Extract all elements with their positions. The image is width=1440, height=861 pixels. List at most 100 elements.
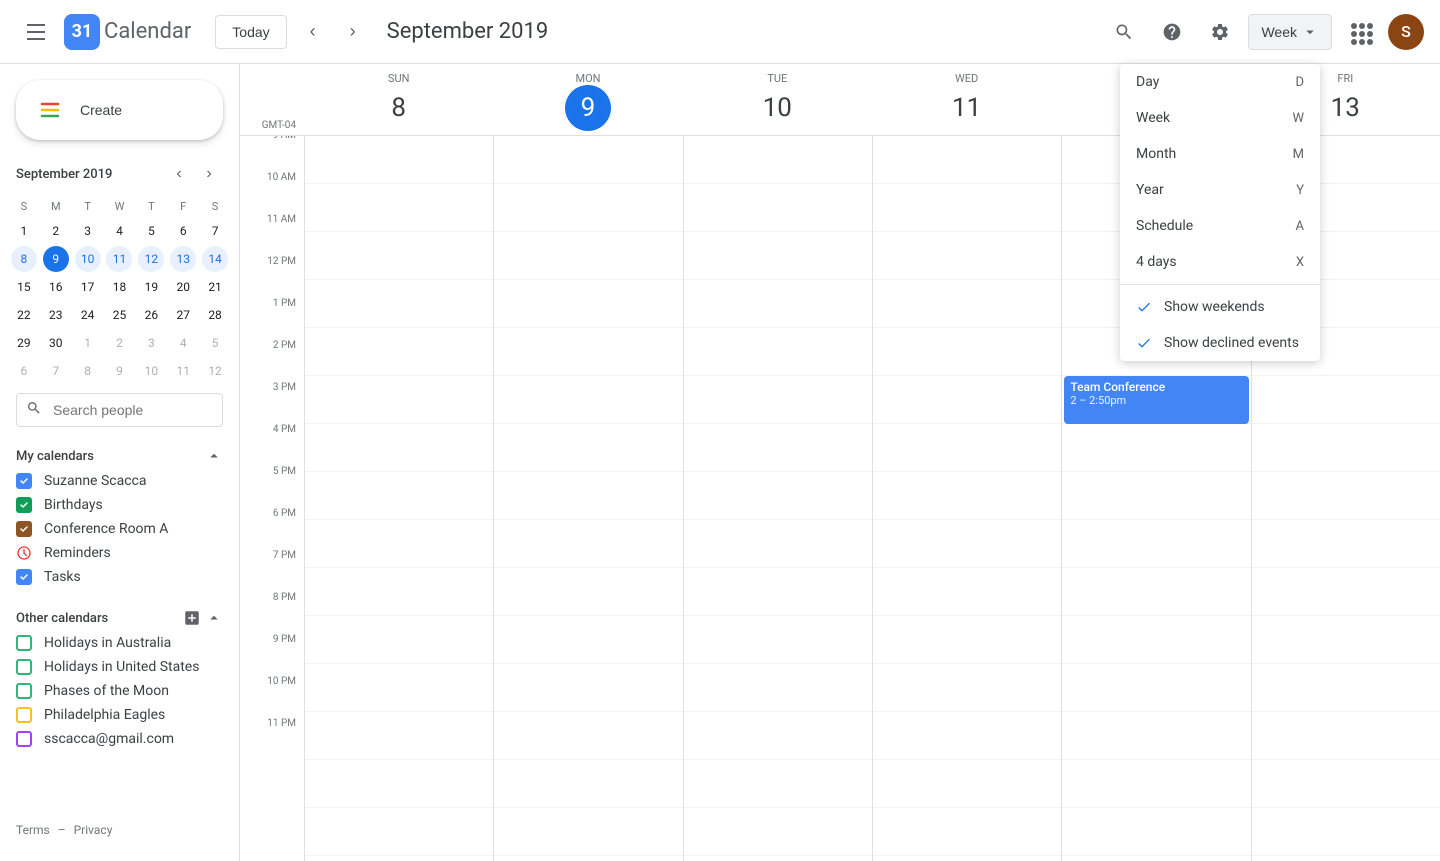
my-calendar-item[interactable]: Suzanne Scacca [0, 469, 239, 493]
mini-cal-day[interactable]: 28 [202, 302, 228, 328]
mini-cal-day[interactable]: 27 [170, 302, 196, 328]
time-slot[interactable] [1252, 808, 1440, 856]
help-button[interactable] [1152, 12, 1192, 52]
mini-cal-next[interactable]: › [195, 160, 223, 188]
time-slot[interactable] [494, 232, 682, 280]
add-calendar-icon[interactable] [183, 609, 201, 627]
mini-cal-day[interactable]: 4 [170, 330, 196, 356]
time-slot[interactable] [684, 472, 872, 520]
time-slot[interactable] [305, 184, 493, 232]
time-slot[interactable] [494, 712, 682, 760]
time-slot[interactable] [494, 136, 682, 184]
mini-cal-day[interactable]: 15 [11, 274, 37, 300]
mini-cal-day[interactable]: 2 [43, 218, 69, 244]
time-slot[interactable] [684, 136, 872, 184]
time-slot[interactable] [305, 712, 493, 760]
time-slot[interactable] [1062, 616, 1250, 664]
today-button[interactable]: Today [215, 15, 286, 49]
time-slot[interactable] [1062, 424, 1250, 472]
avatar[interactable]: S [1388, 14, 1424, 50]
time-slot[interactable] [494, 808, 682, 856]
dropdown-item[interactable]: Week W [1120, 100, 1320, 136]
time-slot[interactable] [1252, 520, 1440, 568]
mini-cal-day[interactable]: 8 [75, 358, 101, 384]
time-slot[interactable] [1062, 760, 1250, 808]
search-people-input[interactable] [16, 393, 223, 427]
time-slot[interactable] [873, 520, 1061, 568]
time-slot[interactable] [305, 376, 493, 424]
dropdown-item[interactable]: Year Y [1120, 172, 1320, 208]
day-num[interactable]: 10 [754, 85, 800, 131]
time-slot[interactable] [305, 232, 493, 280]
time-slot[interactable] [1252, 760, 1440, 808]
dropdown-item[interactable]: Day D [1120, 64, 1320, 100]
time-slot[interactable] [1062, 520, 1250, 568]
mini-cal-day[interactable]: 22 [11, 302, 37, 328]
time-slot[interactable] [684, 568, 872, 616]
time-slot[interactable] [494, 760, 682, 808]
time-slot[interactable] [1252, 568, 1440, 616]
dropdown-checkrow[interactable]: Show weekends [1120, 289, 1320, 325]
mini-cal-day[interactable]: 10 [138, 358, 164, 384]
time-slot[interactable] [1062, 664, 1250, 712]
my-calendar-item[interactable]: Reminders [0, 541, 239, 565]
settings-button[interactable] [1200, 12, 1240, 52]
time-slot[interactable] [1062, 712, 1250, 760]
mini-cal-day[interactable]: 20 [170, 274, 196, 300]
time-slot[interactable] [1252, 712, 1440, 760]
other-calendar-item[interactable]: Philadelphia Eagles [0, 703, 239, 727]
time-slot[interactable] [494, 520, 682, 568]
mini-cal-day[interactable]: 16 [43, 274, 69, 300]
time-slot[interactable] [873, 328, 1061, 376]
mini-cal-day[interactable]: 6 [11, 358, 37, 384]
day-column[interactable] [493, 136, 682, 861]
time-slot[interactable] [494, 424, 682, 472]
event[interactable]: Team Conference 2 – 2:50pm [1064, 376, 1248, 424]
mini-cal-day[interactable]: 26 [138, 302, 164, 328]
time-slot[interactable] [1062, 472, 1250, 520]
time-slot[interactable] [494, 616, 682, 664]
time-slot[interactable] [684, 424, 872, 472]
other-calendar-item[interactable]: Holidays in Australia [0, 631, 239, 655]
day-column[interactable] [872, 136, 1061, 861]
my-calendar-item[interactable]: Tasks [0, 565, 239, 589]
time-slot[interactable] [873, 424, 1061, 472]
time-slot[interactable] [494, 472, 682, 520]
day-column[interactable] [304, 136, 493, 861]
next-arrow[interactable]: › [335, 14, 371, 50]
mini-cal-day[interactable]: 21 [202, 274, 228, 300]
time-slot[interactable] [873, 664, 1061, 712]
time-slot[interactable] [494, 184, 682, 232]
time-slot[interactable] [873, 184, 1061, 232]
time-slot[interactable] [305, 568, 493, 616]
day-num[interactable]: 11 [944, 85, 990, 131]
prev-arrow[interactable]: ‹ [295, 14, 331, 50]
mini-cal-day[interactable]: 12 [202, 358, 228, 384]
mini-cal-day[interactable]: 18 [106, 274, 132, 300]
time-slot[interactable] [684, 712, 872, 760]
time-slot[interactable] [684, 184, 872, 232]
time-slot[interactable] [684, 760, 872, 808]
time-slot[interactable] [494, 568, 682, 616]
time-slot[interactable] [305, 136, 493, 184]
my-calendar-item[interactable]: Birthdays [0, 493, 239, 517]
time-slot[interactable] [1062, 568, 1250, 616]
time-slot[interactable] [873, 232, 1061, 280]
mini-cal-day[interactable]: 6 [170, 218, 196, 244]
time-slot[interactable] [305, 280, 493, 328]
my-calendar-item[interactable]: Conference Room A [0, 517, 239, 541]
mini-cal-day[interactable]: 17 [75, 274, 101, 300]
create-button[interactable]: Create [16, 80, 223, 140]
other-calendars-header[interactable]: Other calendars [0, 605, 239, 631]
time-slot[interactable] [305, 424, 493, 472]
time-slot[interactable] [1252, 664, 1440, 712]
time-slot[interactable] [684, 232, 872, 280]
mini-cal-day[interactable]: 10 [75, 246, 101, 272]
mini-cal-day[interactable]: 19 [138, 274, 164, 300]
time-slot[interactable] [873, 136, 1061, 184]
mini-cal-day[interactable]: 14 [202, 246, 228, 272]
mini-cal-day[interactable]: 3 [138, 330, 164, 356]
view-dropdown-button[interactable]: Week [1248, 14, 1332, 50]
mini-cal-day[interactable]: 3 [75, 218, 101, 244]
other-calendar-item[interactable]: Holidays in United States [0, 655, 239, 679]
